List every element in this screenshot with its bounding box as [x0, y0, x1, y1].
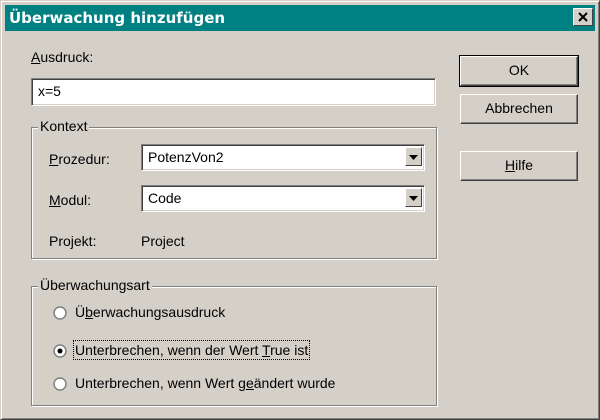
expression-value: x=5	[38, 83, 61, 99]
window-title: Überwachung hinzufügen	[9, 9, 226, 27]
project-label: Projekt:	[49, 233, 97, 249]
expression-label: Ausdruck:	[31, 49, 94, 65]
module-value: Code	[148, 190, 182, 206]
help-button[interactable]: Hilfe	[460, 151, 578, 181]
procedure-dropdown-button[interactable]	[405, 147, 422, 166]
watch-type-group-title: Überwachungsart	[38, 277, 152, 293]
add-watch-dialog: Überwachung hinzufügen Ausdruck: x=5 Kon…	[0, 0, 600, 420]
chevron-down-icon	[409, 155, 418, 160]
module-label: Modul:	[49, 192, 92, 208]
procedure-value: PotenzVon2	[148, 149, 224, 165]
radio-label-break-when-changed[interactable]: Unterbrechen, wenn Wert geändert wurde	[75, 375, 335, 391]
ok-button[interactable]: OK	[459, 55, 579, 87]
radio-label-watch-expression[interactable]: Überwachungsausdruck	[75, 304, 225, 320]
close-icon	[578, 12, 588, 22]
procedure-label: Prozedur:	[49, 151, 110, 167]
project-value: Project	[141, 233, 185, 249]
module-dropdown-button[interactable]	[405, 188, 422, 207]
module-dropdown[interactable]: Code	[141, 185, 425, 212]
close-button[interactable]	[573, 8, 593, 26]
procedure-dropdown[interactable]: PotenzVon2	[141, 144, 425, 171]
context-group-title: Kontext	[38, 118, 90, 134]
cancel-button[interactable]: Abbrechen	[460, 94, 578, 124]
radio-label-break-when-true[interactable]: Unterbrechen, wenn der Wert True ist	[72, 340, 311, 360]
radio-break-when-changed[interactable]	[53, 377, 67, 391]
expression-input[interactable]: x=5	[31, 78, 436, 106]
radio-watch-expression[interactable]	[53, 306, 67, 320]
chevron-down-icon	[409, 196, 418, 201]
title-bar: Überwachung hinzufügen	[5, 5, 595, 31]
radio-break-when-true[interactable]	[53, 344, 67, 358]
